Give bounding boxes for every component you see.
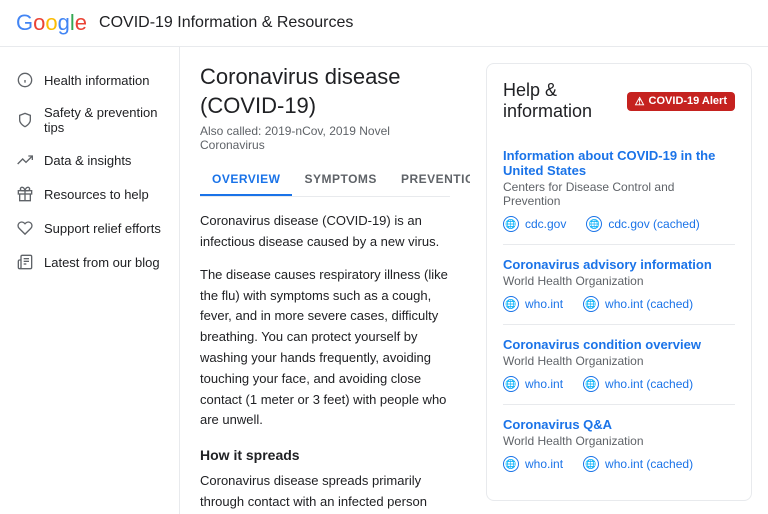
info-item-2: Coronavirus condition overview World Hea…: [503, 325, 735, 405]
info-link-2a[interactable]: 🌐 who.int: [503, 376, 563, 392]
article-also-called: Also called: 2019-nCov, 2019 Novel Coron…: [200, 124, 450, 152]
info-item-3: Coronavirus Q&A World Health Organizatio…: [503, 405, 735, 484]
help-title: Help & information: [503, 80, 627, 122]
globe-icon-1b: 🌐: [583, 296, 599, 312]
page-title: COVID-19 Information & Resources: [99, 14, 353, 32]
how-it-spreads-heading: How it spreads: [200, 447, 450, 463]
globe-icon-0b: 🌐: [586, 216, 602, 232]
logo-e: e: [75, 10, 87, 36]
help-header: Help & information ⚠ COVID-19 Alert: [503, 80, 735, 122]
info-link-1a[interactable]: 🌐 who.int: [503, 296, 563, 312]
google-logo: Google: [16, 10, 87, 36]
main-layout: Health information Safety & prevention t…: [0, 47, 768, 514]
sidebar-item-safety-tips[interactable]: Safety & prevention tips: [0, 97, 179, 143]
circle-info-icon: [16, 71, 34, 89]
right-panel: Help & information ⚠ COVID-19 Alert Info…: [470, 47, 768, 514]
alert-text: COVID-19 Alert: [649, 95, 727, 107]
help-card: Help & information ⚠ COVID-19 Alert Info…: [486, 63, 752, 501]
info-links-2: 🌐 who.int 🌐 who.int (cached): [503, 376, 735, 392]
info-link-3a[interactable]: 🌐 who.int: [503, 456, 563, 472]
info-title-3[interactable]: Coronavirus Q&A: [503, 417, 735, 432]
info-org-3: World Health Organization: [503, 434, 735, 448]
gift-icon: [16, 185, 34, 203]
logo-o2: o: [45, 10, 57, 36]
globe-icon-3a: 🌐: [503, 456, 519, 472]
sidebar-label-resources: Resources to help: [44, 187, 149, 202]
logo-g2: g: [58, 10, 70, 36]
sidebar-label-health-info: Health information: [44, 73, 150, 88]
info-item-1: Coronavirus advisory information World H…: [503, 245, 735, 325]
info-item-0: Information about COVID-19 in the United…: [503, 136, 735, 245]
info-links-0: 🌐 cdc.gov 🌐 cdc.gov (cached): [503, 216, 735, 232]
content-area: Coronavirus disease (COVID-19) Also call…: [180, 47, 768, 514]
overview-paragraph-1: Coronavirus disease (COVID-19) is an inf…: [200, 211, 450, 253]
globe-icon-2b: 🌐: [583, 376, 599, 392]
sidebar-item-data-insights[interactable]: Data & insights: [0, 143, 179, 177]
article-tabs: OVERVIEW SYMPTOMS PREVENTION TREATMENTS: [200, 164, 450, 197]
sidebar-item-health-info[interactable]: Health information: [0, 63, 179, 97]
overview-paragraph-2: The disease causes respiratory illness (…: [200, 265, 450, 431]
page-header: Google COVID-19 Information & Resources: [0, 0, 768, 47]
shield-icon: [16, 111, 34, 129]
info-org-2: World Health Organization: [503, 354, 735, 368]
info-org-1: World Health Organization: [503, 274, 735, 288]
info-link-3b[interactable]: 🌐 who.int (cached): [583, 456, 693, 472]
logo-o1: o: [33, 10, 45, 36]
globe-icon-2a: 🌐: [503, 376, 519, 392]
article-panel: Coronavirus disease (COVID-19) Also call…: [180, 47, 470, 514]
info-link-2b[interactable]: 🌐 who.int (cached): [583, 376, 693, 392]
tab-overview[interactable]: OVERVIEW: [200, 164, 292, 196]
info-title-0[interactable]: Information about COVID-19 in the United…: [503, 148, 735, 178]
heart-icon: [16, 219, 34, 237]
tab-symptoms[interactable]: SYMPTOMS: [292, 164, 388, 196]
article-title: Coronavirus disease (COVID-19): [200, 63, 450, 120]
info-link-0b[interactable]: 🌐 cdc.gov (cached): [586, 216, 699, 232]
info-title-1[interactable]: Coronavirus advisory information: [503, 257, 735, 272]
globe-icon-1a: 🌐: [503, 296, 519, 312]
how-it-spreads-body: Coronavirus disease spreads primarily th…: [200, 471, 450, 514]
sidebar: Health information Safety & prevention t…: [0, 47, 180, 514]
also-called-label: Also called:: [200, 124, 261, 138]
sidebar-label-relief: Support relief efforts: [44, 221, 161, 236]
trending-up-icon: [16, 151, 34, 169]
sidebar-item-resources[interactable]: Resources to help: [0, 177, 179, 211]
tab-prevention[interactable]: PREVENTION: [389, 164, 470, 196]
sidebar-label-data-insights: Data & insights: [44, 153, 131, 168]
globe-icon-3b: 🌐: [583, 456, 599, 472]
sidebar-label-blog: Latest from our blog: [44, 255, 160, 270]
newspaper-icon: [16, 253, 34, 271]
info-link-0a[interactable]: 🌐 cdc.gov: [503, 216, 566, 232]
info-title-2[interactable]: Coronavirus condition overview: [503, 337, 735, 352]
info-links-3: 🌐 who.int 🌐 who.int (cached): [503, 456, 735, 472]
sidebar-item-blog[interactable]: Latest from our blog: [0, 245, 179, 279]
logo-g: G: [16, 10, 33, 36]
sidebar-label-safety-tips: Safety & prevention tips: [44, 105, 163, 135]
info-link-1b[interactable]: 🌐 who.int (cached): [583, 296, 693, 312]
sidebar-item-relief[interactable]: Support relief efforts: [0, 211, 179, 245]
info-org-0: Centers for Disease Control and Preventi…: [503, 180, 735, 208]
globe-icon-0a: 🌐: [503, 216, 519, 232]
covid-alert-badge: ⚠ COVID-19 Alert: [627, 92, 735, 111]
info-links-1: 🌐 who.int 🌐 who.int (cached): [503, 296, 735, 312]
alert-icon: ⚠: [635, 95, 645, 108]
